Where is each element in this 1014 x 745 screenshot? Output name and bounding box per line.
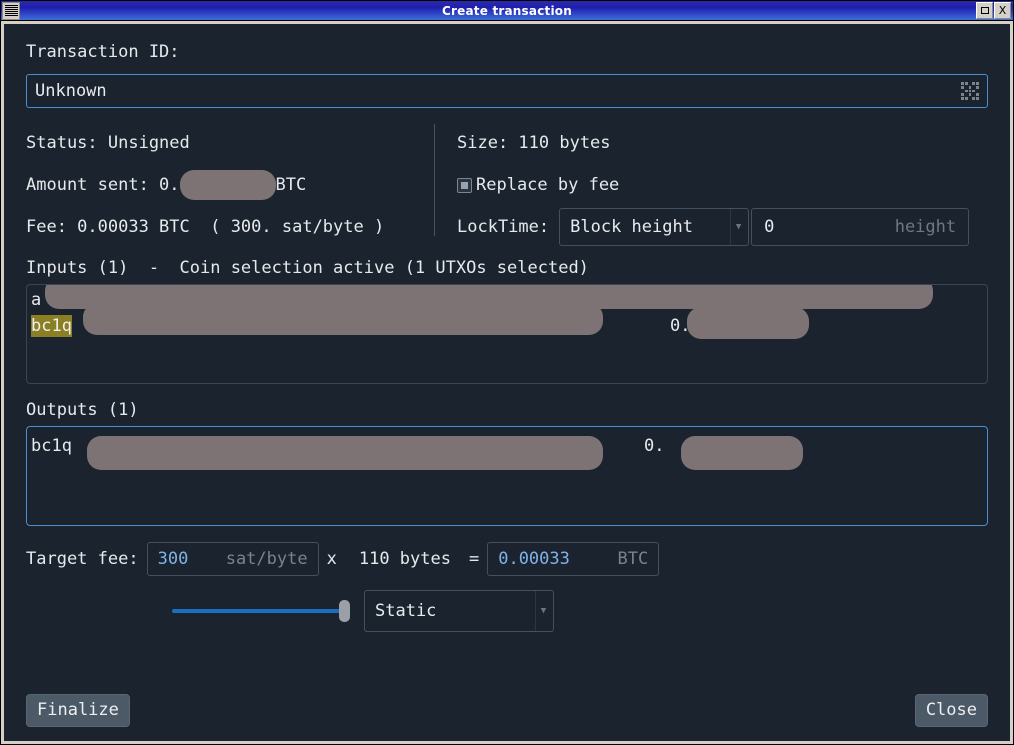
transaction-id-value: Unknown (35, 81, 107, 101)
locktime-value: 0 (764, 217, 775, 237)
finalize-button[interactable]: Finalize (26, 694, 130, 727)
output-amount-0: 0. (643, 436, 665, 456)
replace-by-fee-label: Replace by fee (476, 175, 620, 195)
status-text: Status: Unsigned (26, 133, 190, 153)
amount-sent-line: Amount sent: 0. BTC (26, 164, 434, 206)
amount-sent-unit: BTC (275, 175, 307, 195)
fee-rate-value: 300 (157, 549, 189, 569)
fee-total-value: 0.00033 (498, 549, 570, 569)
window-menu-icon[interactable] (2, 1, 20, 20)
status-line: Status: Unsigned (26, 122, 434, 164)
maximize-icon (980, 7, 989, 14)
fee-total-unit: BTC (617, 549, 649, 569)
outputs-list[interactable]: bc1q 0. (26, 426, 988, 526)
window-title: Create transaction (442, 3, 572, 18)
input-address-0: a (31, 290, 42, 310)
fee-slider[interactable] (172, 599, 350, 623)
outputs-heading: Outputs (1) (26, 400, 139, 420)
tx-size-text: 110 bytes (358, 549, 451, 569)
output-address-0: bc1q (31, 436, 72, 456)
locktime-row: LockTime: Block height ▼ 0 height (457, 206, 988, 248)
locktime-mode-value: Block height (570, 217, 693, 237)
amount-sent-prefix: Amount sent: 0. (26, 175, 180, 195)
chevron-down-icon: ▼ (730, 209, 746, 245)
inputs-heading: Inputs (1) - Coin selection active (1 UT… (26, 258, 589, 278)
fee-total-input[interactable]: 0.00033 BTC (487, 542, 660, 576)
fee-slider-row: Static ▼ (26, 590, 988, 632)
close-window-button[interactable]: X (994, 2, 1011, 19)
equals-symbol: = (468, 549, 480, 569)
output-address-redaction (87, 436, 603, 470)
fee-mode-value: Static (375, 601, 437, 621)
replace-by-fee-row[interactable]: Replace by fee (457, 164, 988, 206)
chevron-down-icon: ▼ (535, 591, 551, 631)
transaction-id-field[interactable]: Unknown (26, 74, 988, 108)
fee-slider-track (172, 609, 340, 613)
multiply-symbol: x (326, 549, 337, 569)
target-fee-row: Target fee: 300 sat/byte x 110 bytes = 0… (26, 542, 988, 576)
target-fee-label: Target fee: (26, 549, 139, 569)
locktime-placeholder: height (894, 217, 957, 237)
transaction-summary: Status: Unsigned Amount sent: 0. BTC Fee… (26, 122, 988, 246)
application-window: Create transaction X Transaction ID: Unk… (0, 0, 1014, 745)
fee-slider-handle[interactable] (339, 600, 350, 622)
fee-line: Fee: 0.00033 BTC ( 300. sat/byte ) (26, 206, 434, 248)
input-redaction-bottom (83, 303, 603, 335)
transaction-id-label: Transaction ID: (26, 42, 180, 62)
summary-left-column: Status: Unsigned Amount sent: 0. BTC Fee… (26, 122, 434, 242)
summary-right-column: Size: 110 bytes Replace by fee LockTime:… (457, 122, 988, 246)
locktime-mode-select[interactable]: Block height ▼ (559, 208, 750, 246)
output-amount-redaction (681, 436, 803, 470)
create-transaction-dialog: Transaction ID: Unknown Status: Unsigned… (4, 24, 1010, 741)
size-text: Size: 110 bytes (457, 133, 611, 153)
inputs-list[interactable]: a bc1q 0. (26, 284, 988, 384)
qr-code-icon[interactable] (961, 82, 979, 100)
amount-redaction (179, 170, 276, 200)
input-address-1: bc1q (31, 315, 72, 337)
fee-mode-select[interactable]: Static ▼ (364, 590, 554, 632)
replace-by-fee-checkbox[interactable] (457, 177, 472, 193)
locktime-label: LockTime: (457, 217, 550, 237)
fee-rate-unit: sat/byte (225, 549, 308, 569)
size-line: Size: 110 bytes (457, 122, 988, 164)
locktime-value-input[interactable]: 0 height (751, 208, 970, 246)
summary-divider (434, 124, 435, 236)
window-controls: X (976, 2, 1011, 19)
fee-text: Fee: 0.00033 BTC ( 300. sat/byte ) (26, 217, 385, 237)
fee-rate-input[interactable]: 300 sat/byte (146, 542, 319, 576)
input-amount-redaction (687, 307, 809, 339)
maximize-button[interactable] (976, 2, 993, 19)
window-titlebar[interactable]: Create transaction X (1, 1, 1013, 21)
close-button[interactable]: Close (914, 694, 988, 727)
